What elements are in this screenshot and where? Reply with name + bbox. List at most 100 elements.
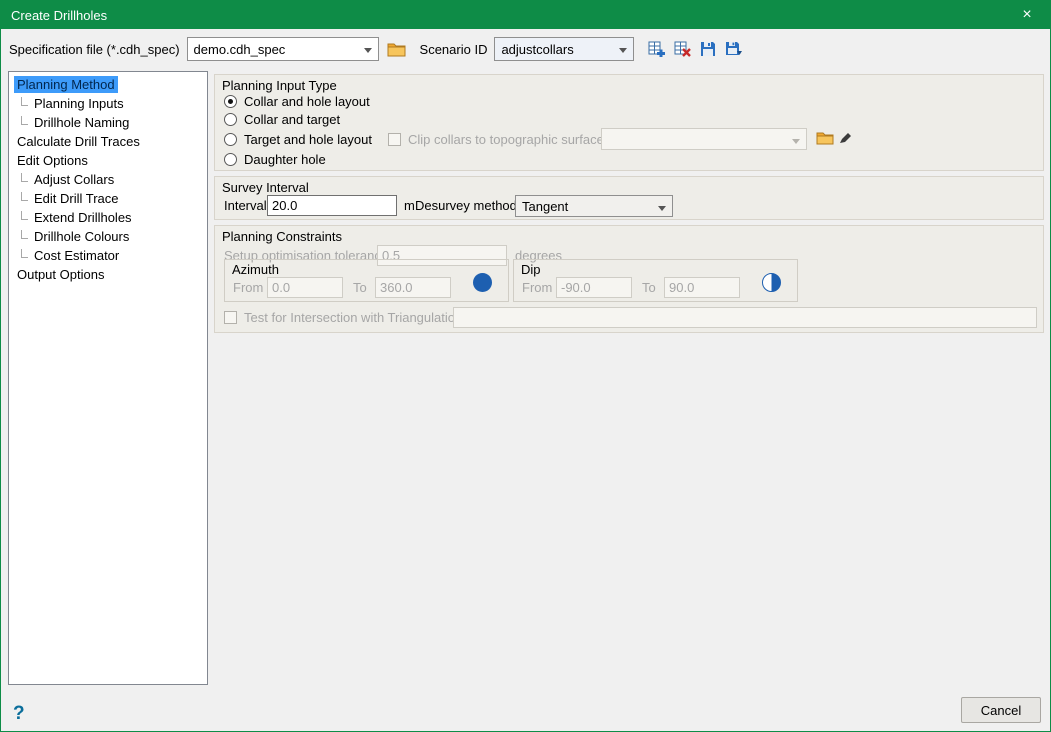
save-scenario-as-button[interactable] [724,40,744,58]
tree-connector [21,230,28,239]
clip-collars-checkbox[interactable]: Clip collars to topographic surface [388,132,604,147]
radio-label: Target and hole layout [244,132,372,147]
dip-from-label: From [522,280,552,295]
floppy-disk-save-as-icon [725,41,743,57]
tree-connector [21,116,28,125]
tree-item-label: Edit Options [14,152,91,169]
tree-connector [21,211,28,220]
sidebar-item-extend-drillholes[interactable]: Extend Drillholes [9,208,207,227]
dip-range-circle-icon [762,273,781,292]
sidebar-item-drillhole-colours[interactable]: Drillhole Colours [9,227,207,246]
test-intersection-checkbox: Test for Intersection with Triangulation… [224,310,469,325]
cancel-button[interactable]: Cancel [961,697,1041,723]
azimuth-to-label: To [353,280,367,295]
dip-to-input [664,277,740,298]
scenario-id-combobox[interactable]: adjustcollars [494,37,634,61]
checkbox-label: Clip collars to topographic surface [408,132,604,147]
table-plus-icon [648,41,665,57]
tree-item-label: Calculate Drill Traces [14,133,143,150]
azimuth-to-input [375,277,451,298]
radio-daughter-hole[interactable]: Daughter hole [224,152,326,167]
toolbar: Specification file (*.cdh_spec) demo.cdh… [1,29,1050,69]
planning-constraints-group: Planning Constraints Setup optimisation … [214,225,1044,333]
dip-to-label: To [642,280,656,295]
help-button[interactable]: ? [13,703,25,725]
desurvey-method-label: Desurvey method [415,198,517,213]
spec-file-value: demo.cdh_spec [194,42,286,57]
radio-label: Collar and hole layout [244,94,370,109]
radio-collar-and-target[interactable]: Collar and target [224,112,340,127]
checkbox-icon [388,133,401,146]
radio-label: Collar and target [244,112,340,127]
close-icon[interactable]: × [1004,1,1050,29]
sidebar-item-cost-estimator[interactable]: Cost Estimator [9,246,207,265]
create-drillholes-dialog: Create Drillholes × Specification file (… [0,0,1051,732]
group-title: Survey Interval [222,180,309,195]
dip-title: Dip [521,262,541,277]
chevron-down-icon[interactable] [658,206,666,211]
floppy-disk-icon [700,41,716,57]
sidebar-item-planning-inputs[interactable]: Planning Inputs [9,94,207,113]
tree-item-label: Adjust Collars [31,171,117,188]
folder-icon [816,131,834,145]
sidebar-item-edit-drill-trace[interactable]: Edit Drill Trace [9,189,207,208]
azimuth-range-circle-icon [473,273,492,292]
scenario-id-value: adjustcollars [501,42,573,57]
survey-interval-group: Survey Interval Interval m Desurvey meth… [214,176,1044,220]
radio-icon [224,133,237,146]
tree-item-label: Drillhole Colours [31,228,132,245]
settings-tree: Planning Method Planning Inputs Drillhol… [8,71,208,685]
sidebar-item-planning-method[interactable]: Planning Method [9,75,207,94]
titlebar[interactable]: Create Drillholes × [1,1,1050,29]
chevron-down-icon [792,139,800,144]
dip-group: Dip From To [513,259,798,302]
import-scenario-button[interactable] [647,40,666,58]
sidebar-item-output-options[interactable]: Output Options [9,265,207,284]
chevron-down-icon[interactable] [619,48,627,53]
desurvey-method-combobox[interactable]: Tangent [515,195,673,217]
sidebar-item-calculate-drill-traces[interactable]: Calculate Drill Traces [9,132,207,151]
delete-scenario-button[interactable] [673,40,692,58]
tree-item-label: Output Options [14,266,107,283]
pencil-pick-icon [839,131,851,144]
folder-icon [387,42,406,57]
azimuth-from-input [267,277,343,298]
tree-connector [21,192,28,201]
interval-label: Interval [224,198,267,213]
tree-item-label: Drillhole Naming [31,114,132,131]
dip-from-input [556,277,632,298]
azimuth-title: Azimuth [232,262,279,277]
spec-file-combobox[interactable]: demo.cdh_spec [187,37,379,61]
tree-connector [21,97,28,106]
pick-surface-button[interactable] [838,130,852,145]
triangulations-input [453,307,1037,328]
radio-icon [224,113,237,126]
sidebar-item-adjust-collars[interactable]: Adjust Collars [9,170,207,189]
radio-label: Daughter hole [244,152,326,167]
interval-input[interactable] [267,195,397,216]
table-delete-icon [674,41,691,57]
sidebar-item-edit-options[interactable]: Edit Options [9,151,207,170]
azimuth-group: Azimuth From To [224,259,509,302]
save-scenario-button[interactable] [699,40,717,58]
scenario-id-label: Scenario ID [420,42,488,57]
radio-checked-icon [224,95,237,108]
radio-target-and-hole-layout[interactable]: Target and hole layout [224,132,372,147]
desurvey-method-value: Tangent [522,199,568,214]
tree-connector [21,249,28,258]
group-title: Planning Input Type [222,78,337,93]
browse-spec-folder-button[interactable] [386,41,407,58]
planning-input-type-group: Planning Input Type Collar and hole layo… [214,74,1044,171]
sidebar-item-drillhole-naming[interactable]: Drillhole Naming [9,113,207,132]
radio-icon [224,153,237,166]
tree-item-label: Extend Drillholes [31,209,135,226]
tree-item-label: Planning Inputs [31,95,127,112]
browse-surface-button[interactable] [815,130,835,146]
spec-file-label: Specification file (*.cdh_spec) [9,42,180,57]
radio-collar-and-hole-layout[interactable]: Collar and hole layout [224,94,370,109]
chevron-down-icon[interactable] [364,48,372,53]
checkbox-label: Test for Intersection with Triangulation… [244,310,469,325]
azimuth-from-label: From [233,280,263,295]
tree-item-label: Planning Method [14,76,118,93]
topographic-surface-combobox [601,128,807,150]
